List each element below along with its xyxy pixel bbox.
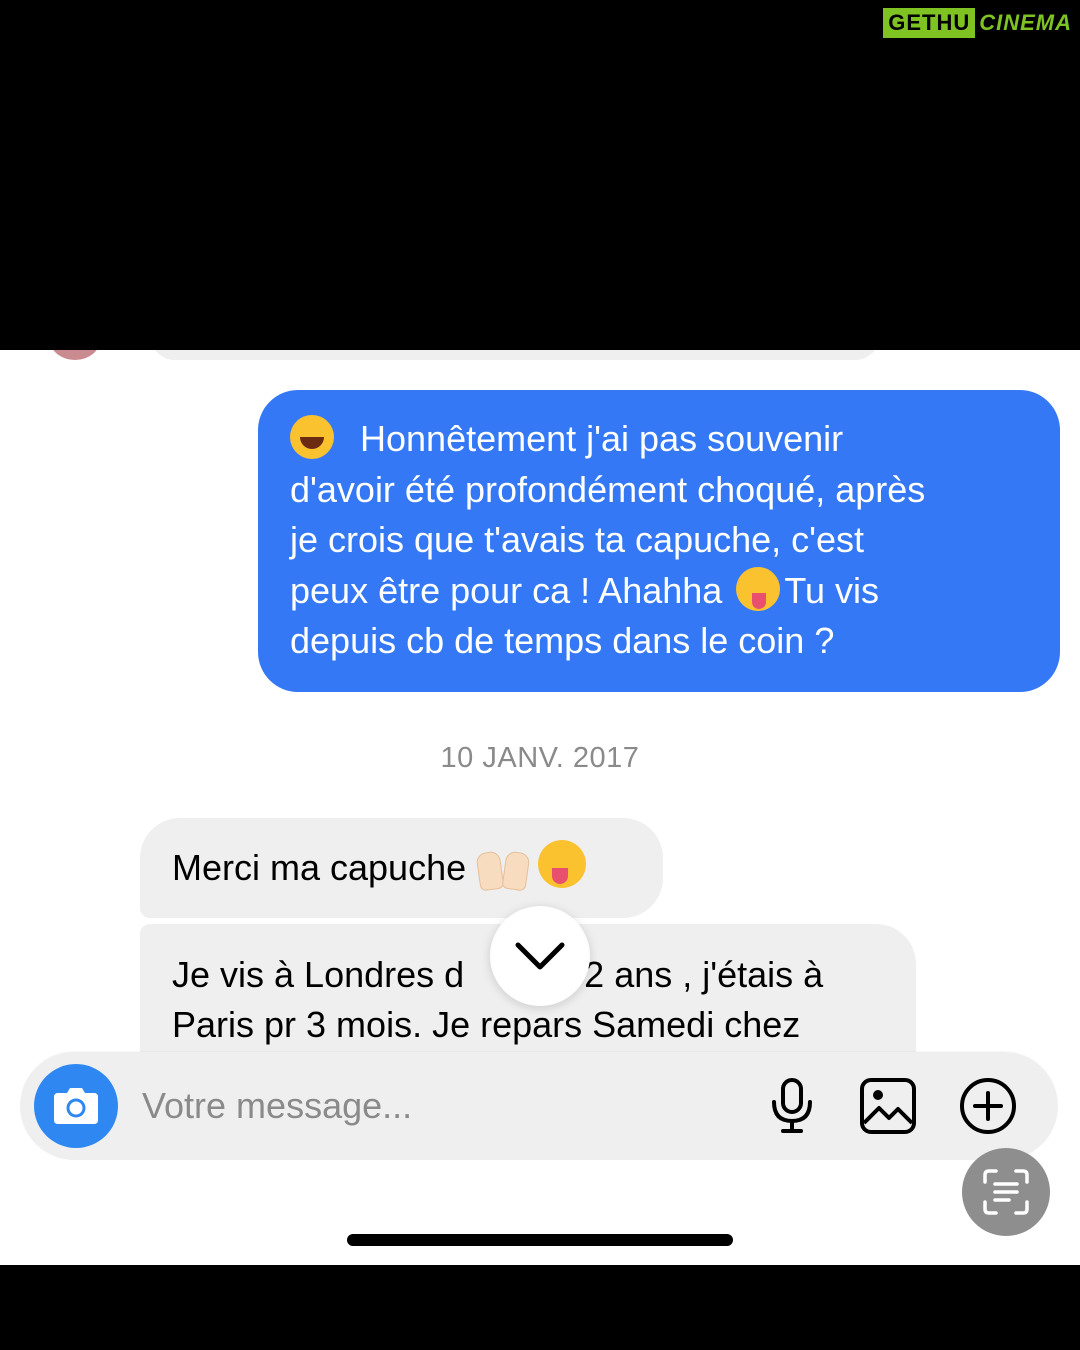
squinting-tongue-emoji-icon xyxy=(736,566,781,611)
scroll-to-bottom-button[interactable] xyxy=(490,906,590,1006)
gallery-icon xyxy=(860,1078,916,1134)
voice-message-button[interactable] xyxy=(762,1076,822,1136)
home-indicator[interactable] xyxy=(347,1234,733,1246)
camera-button[interactable] xyxy=(34,1064,118,1148)
plus-circle-icon xyxy=(960,1078,1016,1134)
message-line: je crois que t'avais ta capuche, c'est xyxy=(290,519,865,560)
chevron-down-icon xyxy=(515,942,565,970)
mic-icon xyxy=(772,1078,812,1133)
message-composer xyxy=(20,1052,1058,1160)
message-line: Tu vis xyxy=(784,569,880,611)
watermark-right: CINEMA xyxy=(979,10,1072,35)
more-options-button[interactable] xyxy=(958,1076,1018,1136)
scan-text-icon xyxy=(983,1169,1029,1215)
live-text-scan-button[interactable] xyxy=(962,1148,1050,1236)
message-line: peux être pour ca ! Ahahha xyxy=(290,569,723,611)
message-line: s 2 ans , j'étais à xyxy=(556,954,824,995)
message-line: Honnêtement j'ai pas souvenir xyxy=(360,418,844,459)
message-input[interactable] xyxy=(142,1080,702,1132)
date-separator: 10 JANV. 2017 xyxy=(440,742,640,774)
message-text: Merci ma capuche xyxy=(172,847,467,888)
message-line: Paris pr 3 mois. Je repars Samedi chez xyxy=(172,1004,801,1045)
previous-message-bubble[interactable] xyxy=(150,350,880,360)
camera-icon xyxy=(54,1088,98,1124)
winking-tongue-emoji-icon xyxy=(538,840,587,888)
avatar[interactable] xyxy=(50,350,100,360)
chat-screen: Honnêtement j'ai pas souvenir d'avoir ét… xyxy=(0,350,1080,1265)
watermark-logo: GETHU CINEMA xyxy=(883,8,1076,38)
watermark-left: GETHU xyxy=(883,8,976,38)
message-line: depuis cb de temps dans le coin ? xyxy=(290,620,835,661)
outgoing-message-bubble[interactable]: Honnêtement j'ai pas souvenir d'avoir ét… xyxy=(258,390,1060,692)
black-letterbox-bottom xyxy=(0,1265,1080,1350)
gallery-button[interactable] xyxy=(858,1076,918,1136)
raising-hands-emoji-icon xyxy=(476,842,530,890)
incoming-message-bubble[interactable]: Merci ma capuche xyxy=(140,818,663,918)
message-line: Je vis à Londres d xyxy=(172,954,465,995)
message-line: d'avoir été profondément choqué, après xyxy=(290,468,926,510)
black-letterbox-top: GETHU CINEMA xyxy=(0,0,1080,350)
laughing-emoji-icon xyxy=(290,415,334,459)
